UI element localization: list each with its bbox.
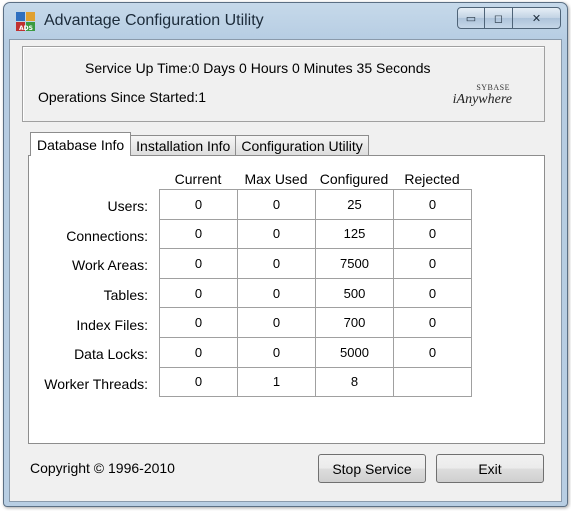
cell-index-files-max-used: 0 [237,307,316,338]
cell-tables-configured: 500 [315,277,394,309]
column-header-rejected: Rejected [404,171,460,187]
maximize-button[interactable]: ◻ [485,7,513,29]
database-info-panel: Current Max Used Configured Rejected Use… [28,155,545,444]
title-bar[interactable]: ADS Advantage Configuration Utility ▭ ◻ … [4,3,567,39]
cell-connections-configured: 125 [315,218,394,250]
exit-button[interactable]: Exit [436,454,544,483]
close-icon: ✕ [531,12,542,25]
row-label-data-locks: Data Locks: [74,346,148,362]
minimize-button[interactable]: ▭ [457,7,485,29]
cell-tables-max-used: 0 [237,277,316,309]
tab-configuration-utility[interactable]: Configuration Utility [235,135,369,156]
cell-users-configured: 25 [315,189,394,220]
cell-connections-current: 0 [159,218,238,250]
cell-work-areas-max-used: 0 [237,248,316,279]
column-header-configured: Configured [319,171,389,187]
cell-connections-rejected: 0 [393,218,472,250]
cell-worker-threads-configured: 8 [315,366,394,398]
cell-worker-threads-max-used: 1 [237,366,316,398]
logo-sybase-text: SYBASE [476,83,510,92]
row-label-connections: Connections: [66,228,148,244]
cell-index-files-current: 0 [159,307,238,338]
table-row: 0 0 125 0 [159,218,472,250]
table-row: 0 0 25 0 [159,189,472,220]
cell-users-rejected: 0 [393,189,472,220]
table-row: 0 0 5000 0 [159,336,472,368]
copyright-text: Copyright © 1996-2010 [30,460,175,476]
cell-tables-rejected: 0 [393,277,472,309]
client-area: Service Up Time:0 Days 0 Hours 0 Minutes… [9,39,562,502]
cell-users-current: 0 [159,189,238,220]
window-title: Advantage Configuration Utility [44,12,264,29]
cell-worker-threads-rejected [393,366,472,398]
tab-strip: Database Info Installation Info Configur… [30,132,369,156]
row-label-index-files: Index Files: [76,317,148,333]
cell-connections-max-used: 0 [237,218,316,250]
cell-data-locks-max-used: 0 [237,336,316,368]
service-uptime: Service Up Time:0 Days 0 Hours 0 Minutes… [85,60,431,76]
cell-work-areas-configured: 7500 [315,248,394,279]
row-label-work-areas: Work Areas: [72,257,148,273]
cell-data-locks-configured: 5000 [315,336,394,368]
cell-worker-threads-current: 0 [159,366,238,398]
table-row: 0 1 8 [159,366,472,398]
close-button[interactable]: ✕ [513,7,561,29]
caption-buttons: ▭ ◻ ✕ [457,7,561,29]
row-label-worker-threads: Worker Threads: [44,376,148,392]
table-row: 0 0 500 0 [159,277,472,309]
column-header-current: Current [174,171,222,187]
tab-installation-info[interactable]: Installation Info [130,135,237,156]
cell-work-areas-current: 0 [159,248,238,279]
cell-users-max-used: 0 [237,189,316,220]
maximize-icon: ◻ [493,12,504,25]
stats-grid: 0 0 25 0 0 0 125 0 0 0 7500 0 0 0 500 0 … [159,189,472,398]
cell-index-files-configured: 700 [315,307,394,338]
table-row: 0 0 700 0 [159,307,472,338]
logo-ianywhere-text: iAnywhere [452,92,512,107]
cell-index-files-rejected: 0 [393,307,472,338]
table-row: 0 0 7500 0 [159,248,472,279]
row-label-users: Users: [107,198,148,214]
sybase-ianywhere-logo: SYBASE iAnywhere [440,83,512,113]
row-label-tables: Tables: [103,287,148,303]
cell-work-areas-rejected: 0 [393,248,472,279]
cell-data-locks-rejected: 0 [393,336,472,368]
tab-database-info[interactable]: Database Info [30,132,132,156]
status-panel: Service Up Time:0 Days 0 Hours 0 Minutes… [22,46,545,122]
cell-data-locks-current: 0 [159,336,238,368]
app-window: ADS Advantage Configuration Utility ▭ ◻ … [3,2,568,507]
ads-app-icon: ADS [16,12,35,32]
cell-tables-current: 0 [159,277,238,309]
stop-service-button[interactable]: Stop Service [318,454,426,483]
svg-text:ADS: ADS [19,25,33,32]
minimize-icon: ▭ [465,12,477,25]
operations-count: Operations Since Started:1 [38,89,207,105]
column-header-max-used: Max Used [244,171,308,187]
